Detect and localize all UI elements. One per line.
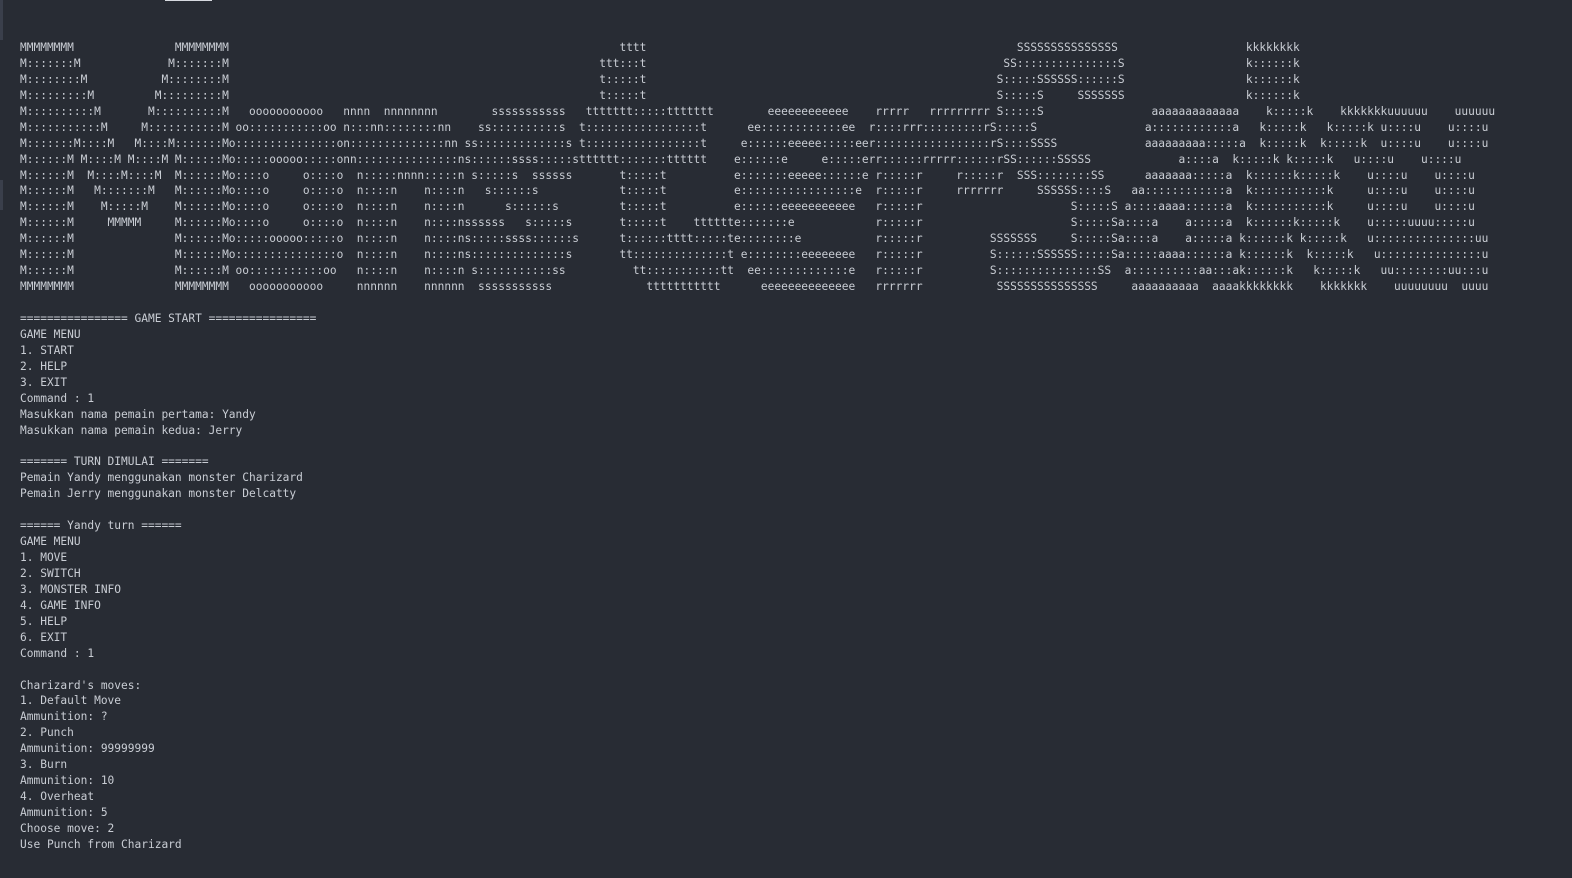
gutter-marker: [0, 180, 3, 210]
terminal-line: M::::::M M::::M M::::M M::::::Mo:::::ooo…: [20, 152, 1462, 166]
terminal-line: M::::::M M::::M::::M M::::::Mo::::o o:::…: [20, 168, 1475, 182]
terminal-line: ====== Yandy turn ======: [20, 519, 182, 533]
terminal-line: M:::::::::M M:::::::::M t:::::t S:::::S …: [20, 88, 1300, 102]
terminal-line: M::::::::::M M::::::::::M ooooooooooo nn…: [20, 104, 1496, 118]
terminal-line: 6. EXIT: [20, 630, 68, 644]
terminal-line: Ammunition: 99999999: [20, 742, 155, 756]
terminal-line: Command : 1: [20, 391, 95, 405]
terminal-line: 2. Punch: [20, 726, 74, 740]
gutter-marker: [0, 0, 3, 40]
terminal-window[interactable]: MMMMMMMM MMMMMMMM tttt SSSSSSSSSSSSSSS k…: [0, 0, 1572, 878]
terminal-line: M::::::M MMMMM M::::::Mo::::o o::::o n::…: [20, 216, 1475, 230]
terminal-line: MMMMMMMM MMMMMMMM tttt SSSSSSSSSSSSSSS k…: [20, 41, 1300, 54]
terminal-line: M::::::M M::::::M oo:::::::::::oo n::::n…: [20, 264, 1489, 278]
terminal-line: 1. MOVE: [20, 551, 68, 564]
terminal-line: 4. Overheat: [20, 790, 95, 804]
terminal-line: M::::::M M:::::::M M::::::Mo::::o o::::o…: [20, 184, 1475, 198]
terminal-line: 3. EXIT: [20, 375, 68, 389]
terminal-line: 1. START: [20, 343, 74, 357]
terminal-line: ================ GAME START ============…: [20, 311, 317, 325]
terminal-line: Pemain Jerry menggunakan monster Delcatt…: [20, 487, 297, 501]
terminal-line: 2. SWITCH: [20, 566, 81, 580]
terminal-line: 4. GAME INFO: [20, 598, 101, 612]
terminal-line: 1. Default Move: [20, 694, 122, 708]
terminal-line: M::::::M M::::::Mo:::::ooooo:::::o n::::…: [20, 232, 1489, 246]
terminal-line: Choose move: 2: [20, 821, 115, 835]
terminal-line: GAME MENU: [20, 535, 81, 549]
terminal-line: 5. HELP: [20, 614, 68, 628]
terminal-output: MMMMMMMM MMMMMMMM tttt SSSSSSSSSSSSSSS k…: [20, 40, 1495, 853]
terminal-line: Ammunition: 5: [20, 806, 108, 819]
terminal-line: 2. HELP: [20, 359, 68, 373]
terminal-line: 3. MONSTER INFO: [20, 582, 122, 596]
terminal-line: M:::::::M::::M M::::M:::::::Mo::::::::::…: [20, 136, 1489, 150]
terminal-line: ======= TURN DIMULAI =======: [20, 455, 209, 469]
terminal-line: M:::::::::::M M:::::::::::M oo::::::::::…: [20, 120, 1489, 134]
terminal-line: M:::::::M M:::::::M ttt:::t SS::::::::::…: [20, 56, 1300, 70]
terminal-line: Ammunition: 10: [20, 774, 115, 788]
terminal-line: Pemain Yandy menggunakan monster Chariza…: [20, 471, 303, 485]
terminal-line: M::::::M M::::::Mo:::::::::::::::o n::::…: [20, 248, 1489, 262]
terminal-line: Masukkan nama pemain pertama: Yandy: [20, 407, 256, 421]
terminal-line: Masukkan nama pemain kedua: Jerry: [20, 423, 243, 437]
terminal-line: M::::::M M:::::M M::::::Mo::::o o::::o n…: [20, 200, 1475, 214]
terminal-line: GAME MENU: [20, 327, 81, 341]
terminal-line: Ammunition: ?: [20, 710, 108, 724]
active-tab-indicator[interactable]: [165, 0, 212, 1]
terminal-line: Charizard's moves:: [20, 678, 142, 692]
terminal-line: 3. Burn: [20, 758, 68, 772]
terminal-line: Command : 1: [20, 646, 95, 660]
terminal-line: M::::::::M M::::::::M t:::::t S:::::SSSS…: [20, 72, 1300, 86]
terminal-line: Use Punch from Charizard: [20, 837, 182, 851]
terminal-line: MMMMMMMM MMMMMMMM ooooooooooo nnnnnn nnn…: [20, 280, 1489, 294]
